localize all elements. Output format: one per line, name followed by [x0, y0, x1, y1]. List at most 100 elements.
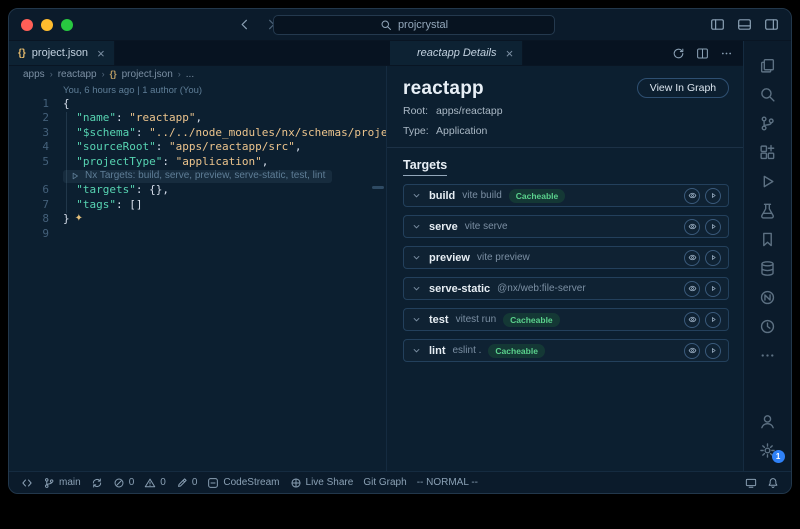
run-target-button[interactable] — [705, 188, 721, 204]
target-row-serve-static[interactable]: serve-static@nx/web:file-server — [403, 277, 729, 300]
history-icon — [759, 318, 776, 335]
code-segment: "projectType" — [76, 155, 162, 169]
layout-sidebar-icon — [710, 17, 725, 32]
ai-sparkle-icon[interactable]: ✦ — [75, 212, 83, 226]
target-row-preview[interactable]: previewvite preview — [403, 246, 729, 269]
activity-item-debug[interactable] — [748, 167, 788, 195]
line-number — [9, 169, 49, 183]
layout-right-button[interactable] — [764, 17, 779, 32]
activity-item-history[interactable] — [748, 312, 788, 340]
layout-sidebar-button[interactable] — [710, 17, 725, 32]
breadcrumb-item[interactable]: reactapp — [58, 69, 97, 80]
view-in-graph-button[interactable]: View In Graph — [637, 78, 729, 98]
line-content: "$schema": "../../node_modules/nx/schema… — [49, 126, 386, 140]
minimize-window-button[interactable] — [41, 19, 53, 31]
status-problems-errors[interactable]: 0 — [113, 477, 135, 489]
status-remote[interactable] — [21, 477, 33, 489]
code-segment — [123, 111, 130, 125]
breadcrumb-item[interactable]: ... — [186, 69, 194, 80]
status-codestream[interactable]: CodeStream — [207, 477, 279, 489]
panel-tabs: reactapp Details × — [386, 41, 743, 65]
line-number: 2 — [9, 111, 49, 125]
code-segment: "name" — [76, 111, 116, 125]
view-target-button[interactable] — [684, 281, 700, 297]
status-live-share[interactable]: Live Share — [290, 477, 354, 489]
view-target-button[interactable] — [684, 312, 700, 328]
tab-reactapp-details[interactable]: reactapp Details × — [390, 41, 523, 65]
nx-targets-hint[interactable]: Nx Targets: build, serve, preview, serve… — [63, 170, 332, 183]
status-sync[interactable] — [91, 477, 103, 489]
editor-tabs: {} project.json × — [9, 41, 386, 65]
activity-item-source-control[interactable] — [748, 109, 788, 137]
scrollbar-thumb[interactable] — [372, 186, 384, 189]
target-row-serve[interactable]: servevite serve — [403, 215, 729, 238]
zoom-window-button[interactable] — [61, 19, 73, 31]
breadcrumb-item[interactable]: project.json — [122, 69, 173, 80]
status-problems-warnings[interactable]: 0 — [144, 477, 166, 489]
split-editor-button[interactable] — [696, 47, 709, 60]
code-segment: "apps/reactapp/src" — [169, 140, 295, 154]
status-tasks[interactable]: 0 — [176, 477, 198, 489]
status-label: Git Graph — [363, 477, 406, 488]
status-label: main — [59, 477, 81, 488]
breadcrumb[interactable]: apps›reactapp›{}project.json›... — [9, 66, 386, 82]
nx-targets-hint-text: Nx Targets: build, serve, preview, serve… — [85, 169, 325, 183]
status-screencast[interactable] — [745, 477, 757, 489]
eye-icon — [688, 346, 697, 355]
run-target-button[interactable] — [705, 343, 721, 359]
view-target-button[interactable] — [684, 343, 700, 359]
codelens[interactable]: You, 6 hours ago | 1 author (You) — [9, 84, 386, 97]
activity-item-testing[interactable] — [748, 196, 788, 224]
code-segment: : — [136, 183, 143, 197]
sync-icon — [91, 477, 103, 489]
close-window-button[interactable] — [21, 19, 33, 31]
chevron-down-icon — [411, 283, 422, 294]
more-button[interactable] — [720, 47, 733, 60]
close-icon[interactable]: × — [97, 47, 105, 60]
run-target-button[interactable] — [705, 250, 721, 266]
preview-tab-icon — [399, 47, 411, 59]
activity-item-nx-console[interactable] — [748, 283, 788, 311]
layout-panel-button[interactable] — [737, 17, 752, 32]
breadcrumb-item[interactable]: apps — [23, 69, 45, 80]
target-row-lint[interactable]: linteslint .Cacheable — [403, 339, 729, 362]
code-segment: "application" — [176, 155, 262, 169]
activity-item-bookmarks[interactable] — [748, 225, 788, 253]
code-segment: "sourceRoot" — [76, 140, 155, 154]
activity-item-search[interactable] — [748, 80, 788, 108]
status-notifications[interactable] — [767, 477, 779, 489]
activity-item-database[interactable] — [748, 254, 788, 282]
code-segment: [] — [129, 198, 142, 212]
activity-item-account[interactable] — [748, 407, 788, 435]
line-number: 8 — [9, 212, 49, 226]
run-target-button[interactable] — [705, 219, 721, 235]
activity-item-files[interactable] — [748, 51, 788, 79]
status-git-branch[interactable]: main — [43, 477, 81, 489]
view-target-button[interactable] — [684, 250, 700, 266]
status-git-graph[interactable]: Git Graph — [363, 477, 406, 488]
code-line: 8}✦ — [9, 212, 386, 226]
close-icon[interactable]: × — [506, 47, 514, 60]
run-target-button[interactable] — [705, 312, 721, 328]
editor[interactable]: You, 6 hours ago | 1 author (You) 1{2 "n… — [9, 82, 386, 471]
tab-project-json[interactable]: {} project.json × — [9, 41, 115, 65]
line-number: 1 — [9, 97, 49, 111]
target-row-build[interactable]: buildvite buildCacheable — [403, 184, 729, 207]
view-target-button[interactable] — [684, 219, 700, 235]
target-row-test[interactable]: testvitest runCacheable — [403, 308, 729, 331]
back-button[interactable] — [237, 17, 252, 32]
refresh-button[interactable] — [672, 47, 685, 60]
view-target-button[interactable] — [684, 188, 700, 204]
status-vim-mode[interactable]: -- NORMAL -- — [417, 477, 478, 488]
chevron-down-icon — [411, 221, 422, 232]
line-content: }✦ — [49, 212, 83, 226]
layout-controls — [710, 17, 779, 32]
code-segment: : — [162, 155, 169, 169]
command-center-search[interactable]: projcrystal — [273, 15, 555, 35]
activity-item-more[interactable] — [748, 341, 788, 369]
line-content — [49, 227, 63, 241]
activity-item-gear[interactable]: 1 — [748, 436, 788, 464]
activity-item-extensions[interactable] — [748, 138, 788, 166]
run-target-button[interactable] — [705, 281, 721, 297]
split-editor-icon — [696, 47, 709, 60]
